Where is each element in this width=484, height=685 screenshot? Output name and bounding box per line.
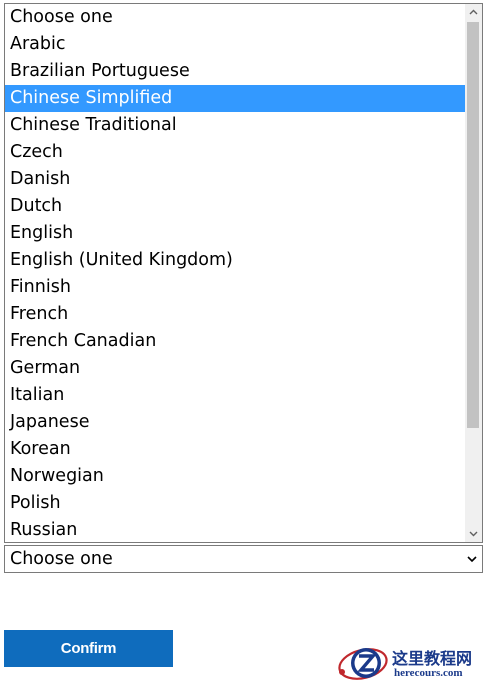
listbox-option[interactable]: German (5, 355, 465, 382)
listbox-option[interactable]: English (United Kingdom) (5, 247, 465, 274)
listbox-option[interactable]: Dutch (5, 193, 465, 220)
language-listbox[interactable]: Choose one Arabic Brazilian Portuguese Chin… (4, 3, 483, 543)
listbox-option[interactable]: Chinese Simplified (5, 85, 465, 112)
confirm-button[interactable]: Confirm (4, 630, 173, 667)
listbox-option[interactable]: Arabic (5, 31, 465, 58)
scroll-thumb[interactable] (467, 22, 479, 428)
select-value: Choose one (10, 549, 113, 569)
scroll-up-arrow-icon[interactable] (465, 4, 482, 21)
listbox-option[interactable]: Norwegian (5, 463, 465, 490)
listbox-option[interactable]: Russian (5, 517, 465, 542)
listbox-option[interactable]: Brazilian Portuguese (5, 58, 465, 85)
listbox-option[interactable]: Finnish (5, 274, 465, 301)
listbox-option[interactable]: Choose one (5, 4, 465, 31)
watermark-title: 这里教程网 (392, 649, 473, 668)
listbox-option[interactable]: Japanese (5, 409, 465, 436)
watermark-url: herecours.com (394, 667, 463, 679)
listbox-scrollbar[interactable] (465, 4, 482, 542)
listbox-option[interactable]: French (5, 301, 465, 328)
watermark: 这里教程网 herecours.com (336, 642, 484, 685)
listbox-option[interactable]: Italian (5, 382, 465, 409)
language-options: Choose one Arabic Brazilian Portuguese Chin… (5, 4, 465, 542)
language-select[interactable]: Choose one (4, 545, 483, 573)
listbox-option[interactable]: English (5, 220, 465, 247)
listbox-option[interactable]: French Canadian (5, 328, 465, 355)
watermark-logo-icon (336, 642, 390, 685)
listbox-option[interactable]: Danish (5, 166, 465, 193)
chevron-down-icon (466, 554, 478, 564)
listbox-option[interactable]: Korean (5, 436, 465, 463)
listbox-option[interactable]: Czech (5, 139, 465, 166)
scroll-down-arrow-icon[interactable] (465, 525, 482, 542)
listbox-option[interactable]: Polish (5, 490, 465, 517)
listbox-option[interactable]: Chinese Traditional (5, 112, 465, 139)
